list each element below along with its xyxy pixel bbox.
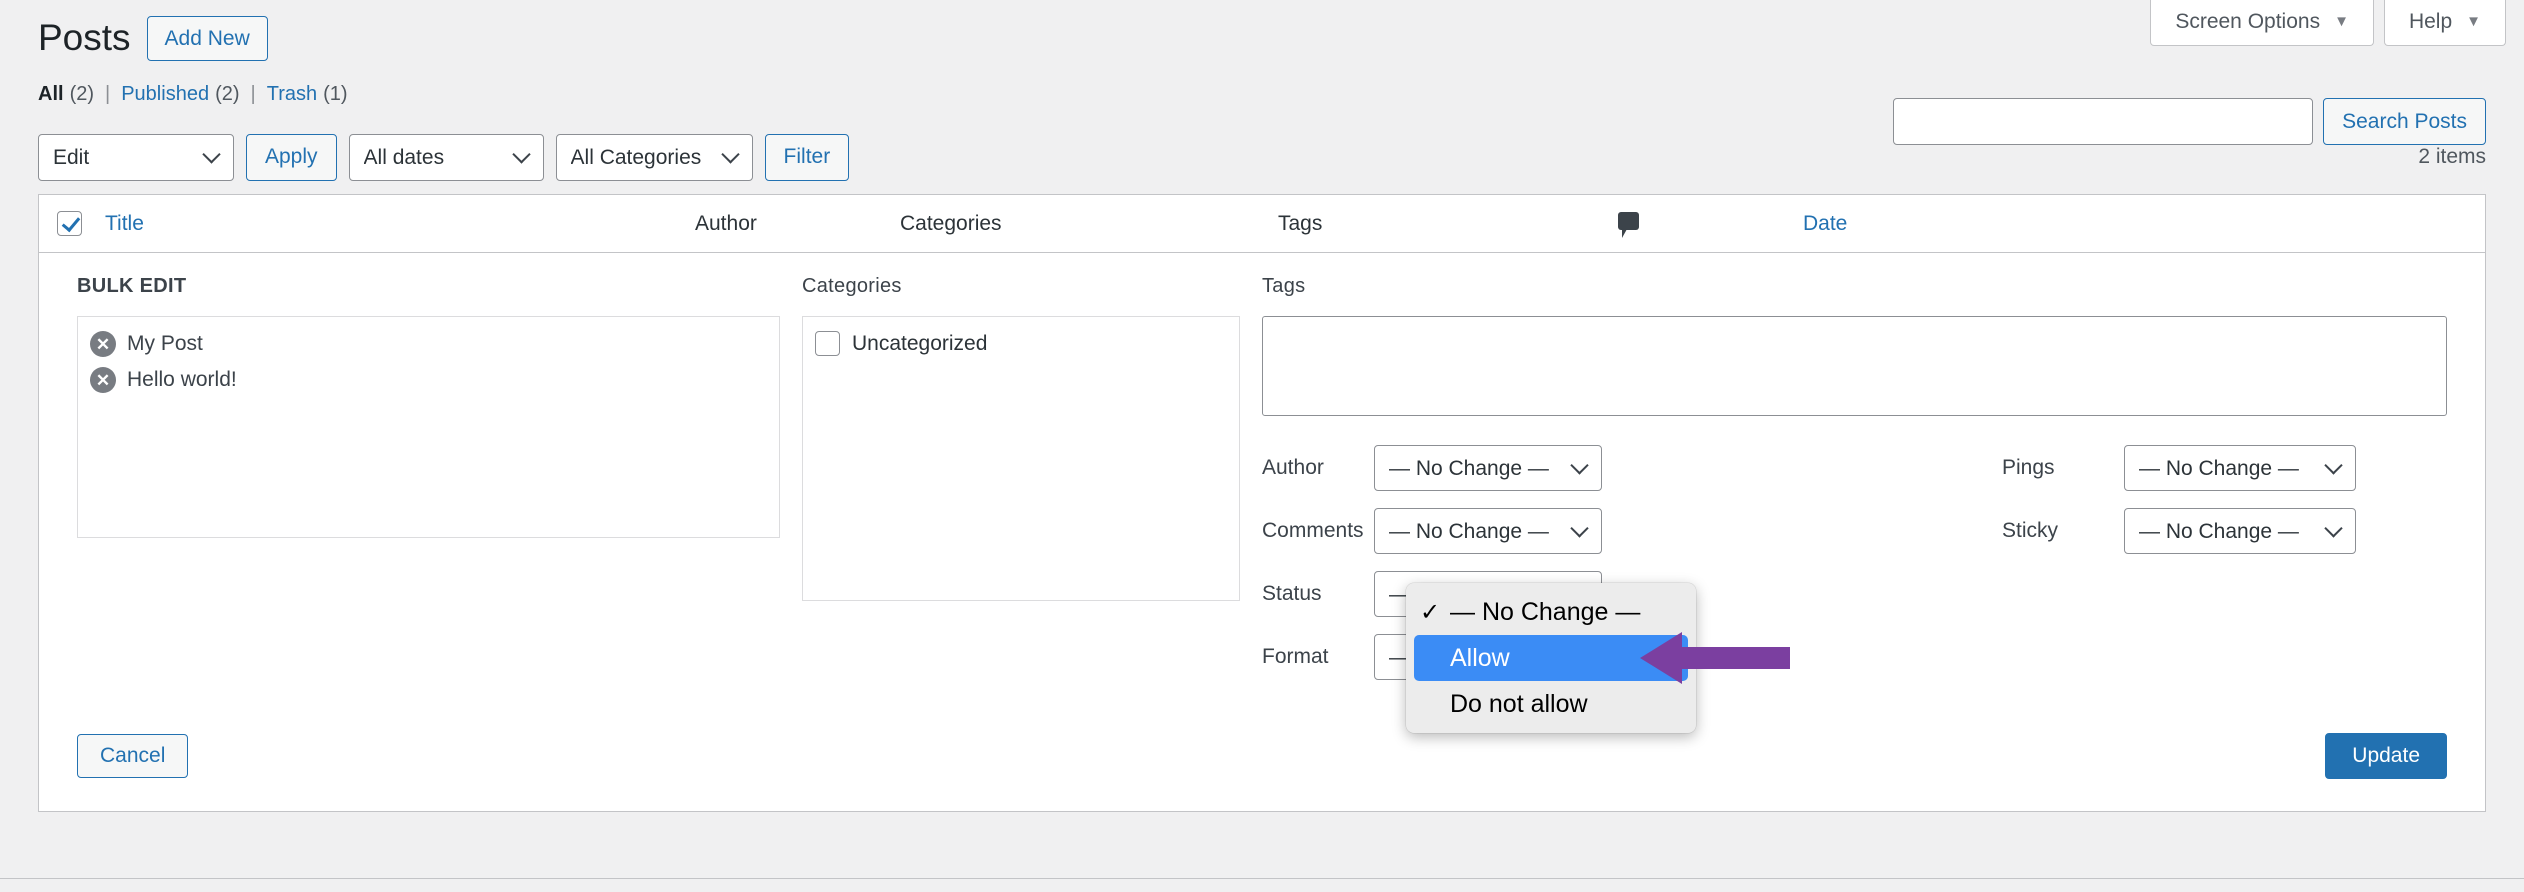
column-header-author: Author — [695, 211, 757, 235]
comment-bubble-icon — [1618, 212, 1639, 239]
date-filter-select[interactable]: All dates — [348, 133, 544, 181]
bulk-edit-columns: BULK EDIT ✕ My Post ✕ Hello world! Categ… — [39, 275, 2485, 697]
bulk-title-label: My Post — [127, 332, 203, 356]
remove-post-icon[interactable]: ✕ — [90, 331, 116, 358]
tags-textarea[interactable] — [1262, 316, 2447, 417]
categories-label: Categories — [802, 275, 902, 298]
column-header-date[interactable]: Date — [1803, 212, 1847, 236]
author-select-wrap[interactable]: — No Change — — [1374, 445, 1602, 492]
bulk-title-item: ✕ Hello world! — [90, 367, 767, 394]
status-link-trash-label[interactable]: Trash — [267, 83, 317, 106]
cancel-button[interactable]: Cancel — [77, 734, 189, 779]
pings-label: Pings — [2002, 456, 2055, 480]
categories-checklist: Uncategorized — [802, 316, 1240, 602]
check-icon: ✓ — [1420, 598, 1441, 626]
page-title-row: Posts Add New — [38, 16, 2486, 62]
sticky-select[interactable]: — No Change — — [2124, 508, 2356, 555]
author-select[interactable]: — No Change — — [1374, 445, 1602, 492]
bulk-edit-row: BULK EDIT ✕ My Post ✕ Hello world! Categ… — [39, 253, 2485, 811]
bulk-title-item: ✕ My Post — [90, 331, 767, 358]
comments-dropdown-popup[interactable]: ✓ — No Change — Allow Do not allow — [1406, 583, 1696, 733]
sticky-select-wrap[interactable]: — No Change — — [2124, 508, 2356, 555]
status-link-trash[interactable]: Trash (1) — [267, 83, 348, 106]
category-item-uncategorized[interactable]: Uncategorized — [815, 331, 1227, 357]
author-label: Author — [1262, 456, 1324, 480]
filter-button[interactable]: Filter — [764, 133, 850, 181]
bulk-edit-right-fields: Pings — No Change — Sticky — No Change — — [2002, 445, 2356, 571]
status-label: Status — [1262, 582, 1322, 606]
dropdown-option-no-change[interactable]: ✓ — No Change — — [1406, 589, 1696, 635]
posts-list-table: Title Author Categories Tags Date BULK E… — [38, 194, 2486, 813]
status-link-published[interactable]: Published (2) — [121, 83, 239, 106]
status-link-all-label[interactable]: All — [38, 83, 64, 106]
category-checkbox[interactable] — [815, 331, 840, 357]
bulk-edit-left-column: BULK EDIT ✕ My Post ✕ Hello world! — [77, 275, 802, 697]
format-label: Format — [1262, 645, 1329, 669]
update-button[interactable]: Update — [2325, 733, 2447, 780]
bulk-action-select-wrap[interactable]: Edit — [38, 133, 234, 181]
status-separator-1: | — [105, 83, 111, 106]
date-filter-select-wrap[interactable]: All dates — [348, 133, 544, 181]
dropdown-option-label: Do not allow — [1450, 689, 1588, 718]
dropdown-option-do-not-allow[interactable]: Do not allow — [1406, 681, 1696, 727]
sticky-label: Sticky — [2002, 519, 2059, 543]
status-link-trash-count: (1) — [323, 83, 348, 106]
field-row-sticky: Sticky — No Change — — [2002, 508, 2356, 555]
pings-select[interactable]: — No Change — — [2124, 445, 2356, 492]
column-header-title[interactable]: Title — [105, 212, 695, 236]
admin-page-wrap: Posts Add New All (2) | Published (2) | … — [0, 0, 2524, 813]
status-link-published-count: (2) — [215, 83, 240, 106]
bulk-action-select[interactable]: Edit — [38, 133, 234, 181]
apply-button[interactable]: Apply — [246, 133, 337, 181]
bulk-edit-categories-column: Categories Uncategorized — [802, 275, 1262, 697]
category-label: Uncategorized — [852, 331, 988, 355]
column-header-categories: Categories — [900, 211, 1002, 235]
table-header-row: Title Author Categories Tags Date — [39, 195, 2485, 254]
items-count: 2 items — [2418, 145, 2486, 169]
column-header-comments[interactable] — [1618, 212, 1803, 239]
bulk-edit-actions: Cancel Update — [39, 697, 2485, 811]
dropdown-option-allow[interactable]: Allow — [1414, 635, 1688, 681]
status-link-all-count: (2) — [69, 83, 95, 106]
page-bottom-strip — [0, 878, 2524, 892]
category-filter-select-wrap[interactable]: All Categories — [555, 133, 753, 181]
status-link-all[interactable]: All (2) — [38, 83, 94, 106]
status-separator-2: | — [250, 83, 256, 106]
bulk-titles-box: ✕ My Post ✕ Hello world! — [77, 316, 780, 539]
select-all-checkbox[interactable] — [57, 211, 82, 237]
bulk-edit-heading: BULK EDIT — [77, 275, 187, 298]
add-new-button[interactable]: Add New — [146, 16, 268, 62]
dropdown-option-label: — No Change — — [1450, 597, 1641, 626]
select-all-cell[interactable] — [57, 211, 105, 237]
category-filter-select[interactable]: All Categories — [555, 133, 753, 181]
page-title: Posts — [38, 17, 131, 59]
tablenav-top: Edit Apply All dates All Categories Filt… — [38, 128, 2486, 186]
pings-select-wrap[interactable]: — No Change — — [2124, 445, 2356, 492]
column-header-tags: Tags — [1278, 211, 1323, 235]
comments-select[interactable]: — No Change — — [1374, 508, 1602, 555]
bulk-title-label: Hello world! — [127, 368, 237, 392]
tags-label: Tags — [1262, 275, 1306, 298]
dropdown-option-label: Allow — [1450, 643, 1510, 672]
comments-label: Comments — [1262, 519, 1364, 543]
remove-post-icon[interactable]: ✕ — [90, 367, 116, 394]
field-row-pings: Pings — No Change — — [2002, 445, 2356, 492]
status-link-published-label[interactable]: Published — [121, 83, 209, 106]
comments-select-wrap[interactable]: — No Change — — [1374, 508, 1602, 555]
